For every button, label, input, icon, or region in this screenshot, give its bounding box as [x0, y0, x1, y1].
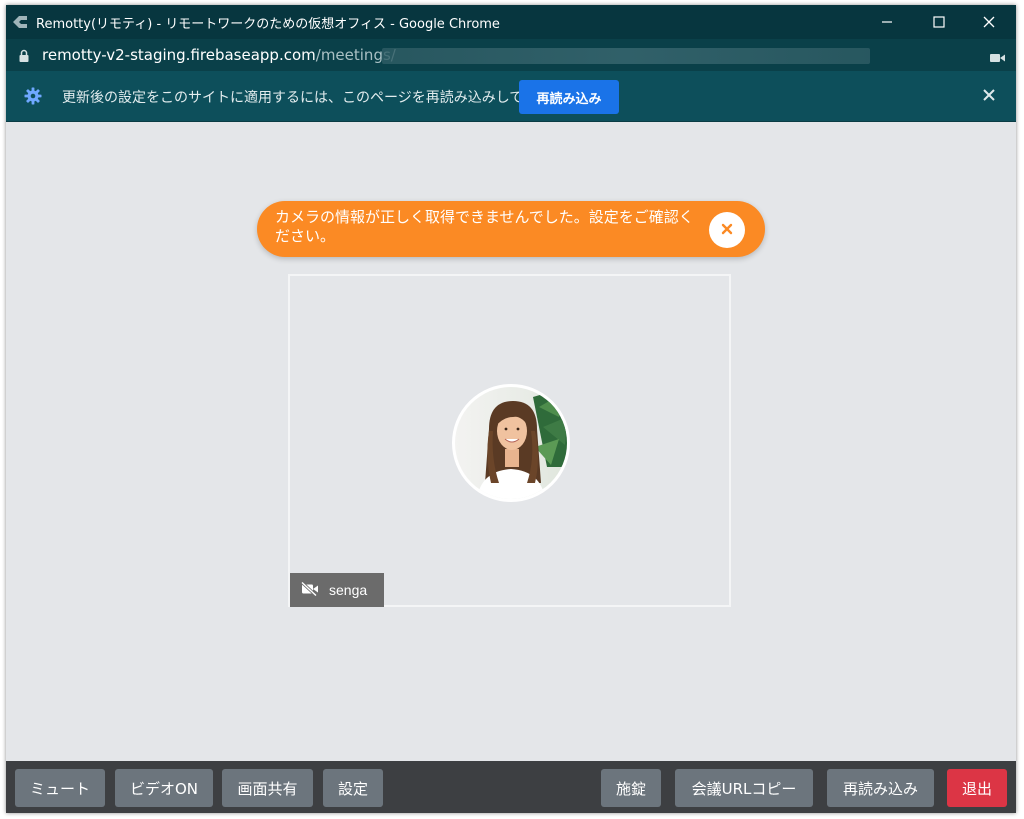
meeting-toolbar: ミュート ビデオON 画面共有 設定 施錠 会議URLコピー 再読み込み 退出: [6, 761, 1016, 813]
exit-button[interactable]: 退出: [947, 769, 1007, 807]
video-off-icon: [300, 580, 319, 600]
reload-infobar: 更新後の設定をこのサイトに適用するには、このページを再読み込みしてください 再読…: [6, 71, 1016, 122]
participant-name: senga: [329, 582, 368, 598]
infobar-reload-button[interactable]: 再読み込み: [519, 80, 619, 114]
gear-icon: [24, 87, 42, 109]
participant-name-label: senga: [290, 573, 384, 607]
infobar-close-icon[interactable]: [982, 87, 996, 106]
camera-error-alert: カメラの情報が正しく取得できませんでした。設定をご確認ください。: [257, 201, 765, 257]
title-bar: Remotty(リモティ) - リモートワークのための仮想オフィス - Goog…: [6, 5, 1016, 39]
close-icon: [721, 223, 733, 238]
video-on-button[interactable]: ビデオON: [115, 769, 213, 807]
maximize-button[interactable]: [916, 5, 962, 39]
alert-close-button[interactable]: [709, 212, 745, 248]
close-icon: [983, 13, 995, 32]
lock-icon[interactable]: [18, 48, 30, 67]
participant-video-tile[interactable]: senga: [288, 274, 731, 607]
meeting-content: カメラの情報が正しく取得できませんでした。設定をご確認ください。 senga: [6, 122, 1016, 761]
close-window-button[interactable]: [966, 5, 1012, 39]
window-title: Remotty(リモティ) - リモートワークのための仮想オフィス - Goog…: [36, 17, 500, 32]
minimize-icon: [881, 13, 893, 32]
alert-message: カメラの情報が正しく取得できませんでした。設定をご確認ください。: [275, 208, 694, 245]
address-bar[interactable]: remotty-v2-staging.firebaseapp.com/meeti…: [6, 39, 1016, 71]
video-camera-icon[interactable]: [990, 49, 1006, 68]
mute-button[interactable]: ミュート: [15, 769, 105, 807]
settings-button[interactable]: 設定: [323, 769, 383, 807]
infobar-message: 更新後の設定をこのサイトに適用するには、このページを再読み込みしてください: [62, 90, 579, 106]
avatar: [452, 384, 570, 502]
browser-window: Remotty(リモティ) - リモートワークのための仮想オフィス - Goog…: [6, 5, 1016, 813]
copy-meeting-url-button[interactable]: 会議URLコピー: [675, 769, 813, 807]
maximize-icon: [933, 13, 945, 32]
reload-button[interactable]: 再読み込み: [827, 769, 934, 807]
url-text[interactable]: remotty-v2-staging.firebaseapp.com/meeti…: [42, 46, 396, 64]
lock-room-button[interactable]: 施錠: [601, 769, 661, 807]
url-host: remotty-v2-staging.firebaseapp.com: [42, 46, 316, 64]
minimize-button[interactable]: [864, 5, 910, 39]
blurred-url-segment: [382, 48, 870, 64]
screen-share-button[interactable]: 画面共有: [222, 769, 313, 807]
remotty-logo-icon: [10, 13, 30, 31]
